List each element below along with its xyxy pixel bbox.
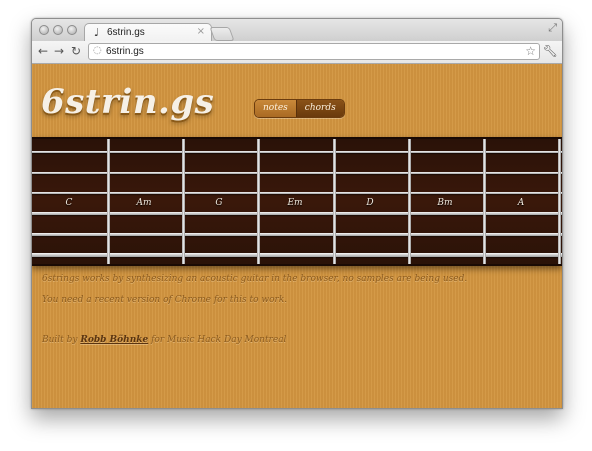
fret-4 [333, 139, 336, 264]
fret-7 [558, 139, 561, 264]
chords-toggle-button[interactable]: chords [295, 100, 344, 117]
address-bar[interactable]: ◌ 6strin.gs ☆ [88, 43, 540, 60]
description-line-1: 6strings works by synthesizing an acoust… [42, 274, 468, 284]
guitar-favicon-icon: ♩ [94, 26, 100, 39]
chord-label[interactable]: Em [265, 198, 325, 208]
close-window-button[interactable] [39, 25, 49, 35]
tab-title: 6strin.gs [107, 27, 145, 38]
fretboard[interactable]: C Am G Em D Bm A [32, 137, 562, 266]
credit-prefix: Built by [42, 335, 81, 345]
reload-icon[interactable]: ↻ [71, 44, 81, 58]
chord-label[interactable]: Am [114, 198, 174, 208]
zoom-window-button[interactable] [67, 25, 77, 35]
fret-3 [257, 139, 260, 264]
browser-toolbar: ← → ↻ ◌ 6strin.gs ☆ 🔧︎ [32, 41, 562, 64]
forward-arrow-icon[interactable]: → [54, 44, 64, 58]
browser-window: ♩ 6strin.gs × ⤢ ← → ↻ ◌ 6strin.gs ☆ 🔧︎ 6… [31, 18, 563, 409]
chord-label[interactable]: C [39, 198, 99, 208]
new-tab-button[interactable] [209, 27, 235, 41]
tab-strip: ♩ 6strin.gs × ⤢ [32, 19, 562, 42]
minimize-window-button[interactable] [53, 25, 63, 35]
author-link[interactable]: Robb Böhnke [80, 335, 148, 345]
page-info-icon[interactable]: ◌ [93, 45, 102, 56]
credit-line: Built by Robb Böhnke for Music Hack Day … [42, 335, 286, 345]
page-content: 6strin.gs notes chords C Am G Em D Bm A 6strin… [32, 64, 562, 408]
fret-6 [483, 139, 486, 264]
fret-2 [182, 139, 185, 264]
notes-toggle-button[interactable]: notes [255, 100, 296, 117]
description-line-2: You need a recent version of Chrome for … [42, 295, 288, 305]
bookmark-star-icon[interactable]: ☆ [525, 44, 536, 58]
tab-close-icon[interactable]: × [197, 26, 205, 37]
chord-label[interactable]: D [340, 198, 400, 208]
chord-label[interactable]: A [491, 198, 551, 208]
browser-tab[interactable]: ♩ 6strin.gs × [84, 23, 212, 42]
credit-suffix: for Music Hack Day Montreal [148, 335, 287, 345]
wrench-menu-icon[interactable]: 🔧︎ [543, 44, 558, 58]
url-text[interactable]: 6strin.gs [106, 46, 144, 57]
back-arrow-icon[interactable]: ← [38, 44, 48, 58]
fret-1 [107, 139, 110, 264]
chord-label[interactable]: Bm [415, 198, 475, 208]
fret-5 [408, 139, 411, 264]
chord-label[interactable]: G [189, 198, 249, 208]
site-logo[interactable]: 6strin.gs [41, 82, 214, 122]
mode-switch: notes chords [254, 99, 345, 118]
fullscreen-icon[interactable]: ⤢ [548, 21, 557, 35]
